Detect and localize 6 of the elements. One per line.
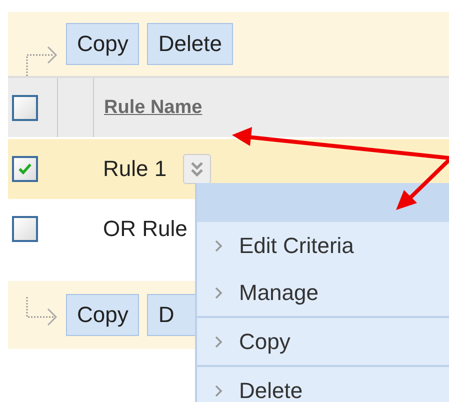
- rule-name: OR Rule: [103, 216, 188, 242]
- menu-item-label: Manage: [239, 280, 319, 306]
- menu-item-label: Copy: [239, 328, 290, 354]
- rule-name: Rule 1: [103, 156, 167, 182]
- menu-item-label: Edit Criteria: [239, 232, 354, 258]
- menu-item-label: Delete: [239, 378, 303, 402]
